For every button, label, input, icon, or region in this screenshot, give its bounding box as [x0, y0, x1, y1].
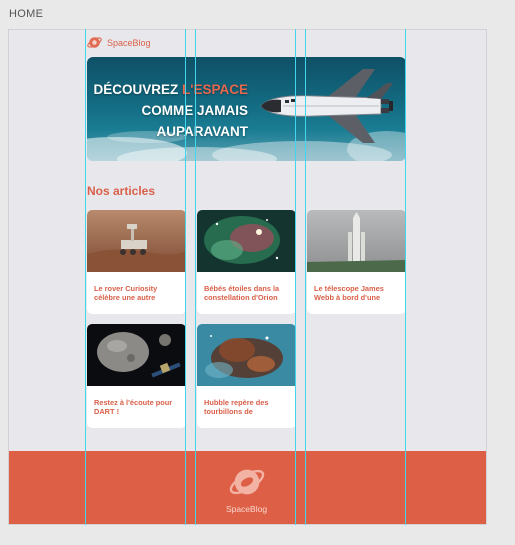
hero-title-line1: DÉCOUVREZ — [93, 82, 179, 97]
layout-guide — [195, 29, 196, 525]
header-logo[interactable]: SpaceBlog — [87, 35, 151, 50]
layout-guide — [185, 29, 186, 525]
article-image — [197, 210, 296, 272]
artboard-label[interactable]: HOME — [9, 8, 43, 20]
hero-title-accent: L'ESPACE — [182, 82, 248, 97]
layout-guide — [405, 29, 406, 525]
spaceblog-logo-icon — [229, 469, 264, 495]
site-footer: SpaceBlog — [9, 451, 486, 524]
section-title: Nos articles — [87, 184, 156, 198]
article-image — [87, 324, 186, 386]
hero-title: DÉCOUVREZ L'ESPACE COMME JAMAIS AUPARAVA… — [93, 79, 248, 142]
footer-logo[interactable]: SpaceBlog — [224, 463, 269, 514]
spaceblog-logo-icon — [87, 37, 102, 48]
layout-guide — [305, 29, 306, 525]
article-card[interactable]: Le télescope James Webb à bord d'une — [307, 210, 406, 314]
footer-brand-name: SpaceBlog — [225, 504, 268, 514]
article-card[interactable]: Restez à l'écoute pour DART ! — [87, 324, 186, 428]
article-card[interactable]: Le rover Curiosity célèbre une autre — [87, 210, 186, 314]
article-image — [87, 210, 186, 272]
article-title: Le télescope James Webb à bord d'une — [314, 284, 384, 302]
article-image — [197, 324, 296, 386]
article-title: Restez à l'écoute pour DART ! — [94, 398, 173, 416]
hero-title-line2: COMME JAMAIS — [141, 103, 248, 118]
hero-banner: DÉCOUVREZ L'ESPACE COMME JAMAIS AUPARAVA… — [87, 57, 406, 161]
space-shuttle-icon — [260, 69, 393, 143]
hero-title-line3: AUPARAVANT — [156, 124, 249, 139]
home-artboard: SpaceBlog DÉCOUVREZ L'ESPACE COMME JAMAI… — [8, 29, 487, 525]
layout-guide — [85, 29, 86, 525]
article-title: Le rover Curiosity célèbre une autre — [94, 284, 158, 302]
article-card[interactable]: Bébés étoiles dans la constellation d'Or… — [197, 210, 296, 314]
article-image — [307, 210, 406, 272]
header-brand-name: SpaceBlog — [107, 37, 151, 48]
article-title: Bébés étoiles dans la constellation d'Or… — [204, 284, 280, 302]
layout-guide — [295, 29, 296, 525]
article-title: Hubble repère des tourbillons de — [204, 398, 269, 416]
article-card[interactable]: Hubble repère des tourbillons de — [197, 324, 296, 428]
